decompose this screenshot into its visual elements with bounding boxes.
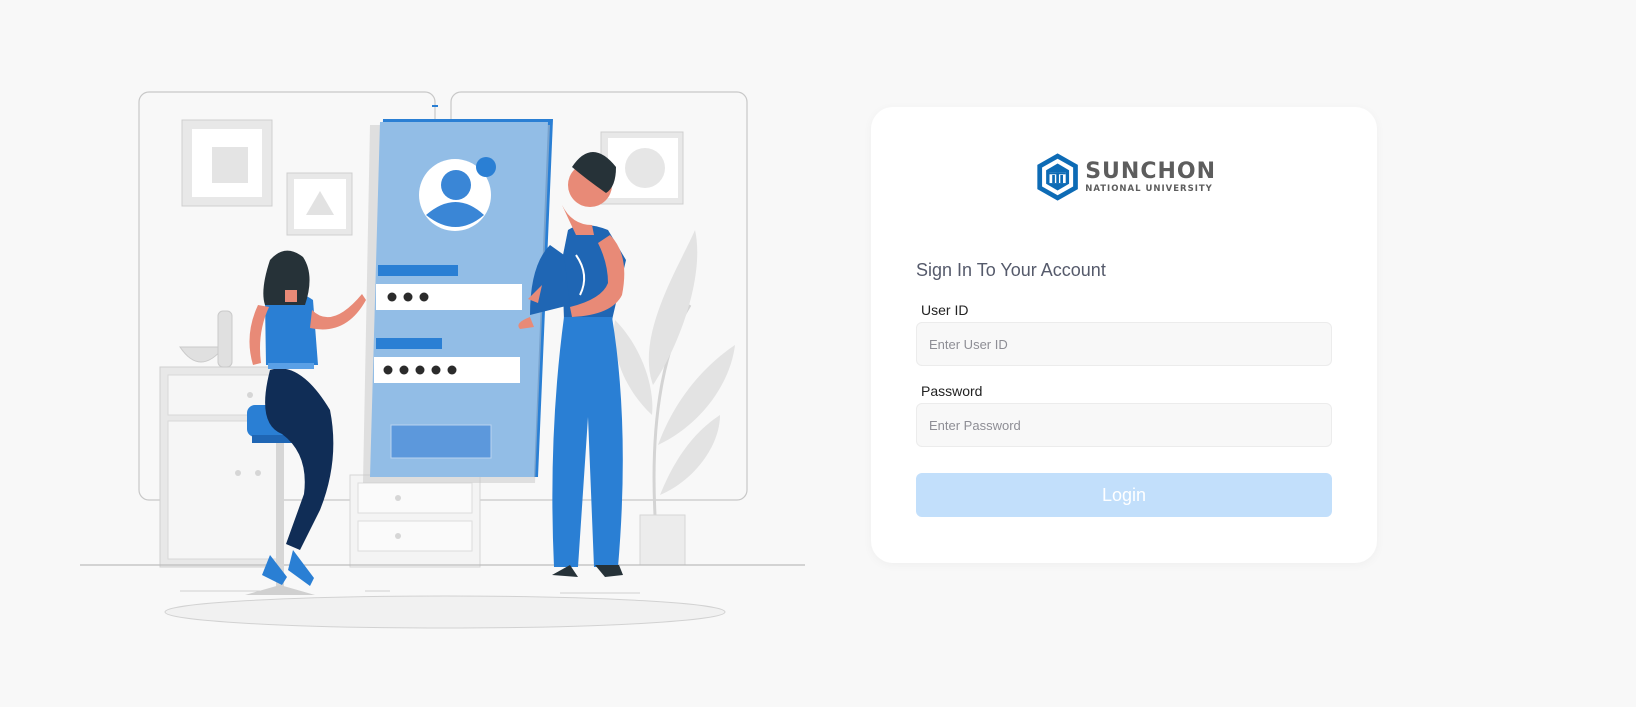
login-card: SUNCHON NATIONAL UNIVERSITY Sign In To Y…: [871, 107, 1377, 563]
login-page: SUNCHON NATIONAL UNIVERSITY Sign In To Y…: [0, 0, 1636, 707]
sunchon-emblem-icon: [1037, 153, 1078, 201]
logo-subtitle: NATIONAL UNIVERSITY: [1085, 183, 1213, 194]
logo-name: SUNCHON: [1085, 158, 1216, 184]
login-illustration: [80, 91, 805, 629]
form-title: Sign In To Your Account: [916, 260, 1106, 280]
password-label: Password: [921, 383, 983, 399]
password-input[interactable]: [916, 403, 1332, 447]
university-logo: SUNCHON NATIONAL UNIVERSITY: [1036, 140, 1216, 214]
user-id-label: User ID: [921, 302, 969, 318]
user-id-input[interactable]: [916, 322, 1332, 366]
login-button[interactable]: Login: [916, 473, 1332, 517]
